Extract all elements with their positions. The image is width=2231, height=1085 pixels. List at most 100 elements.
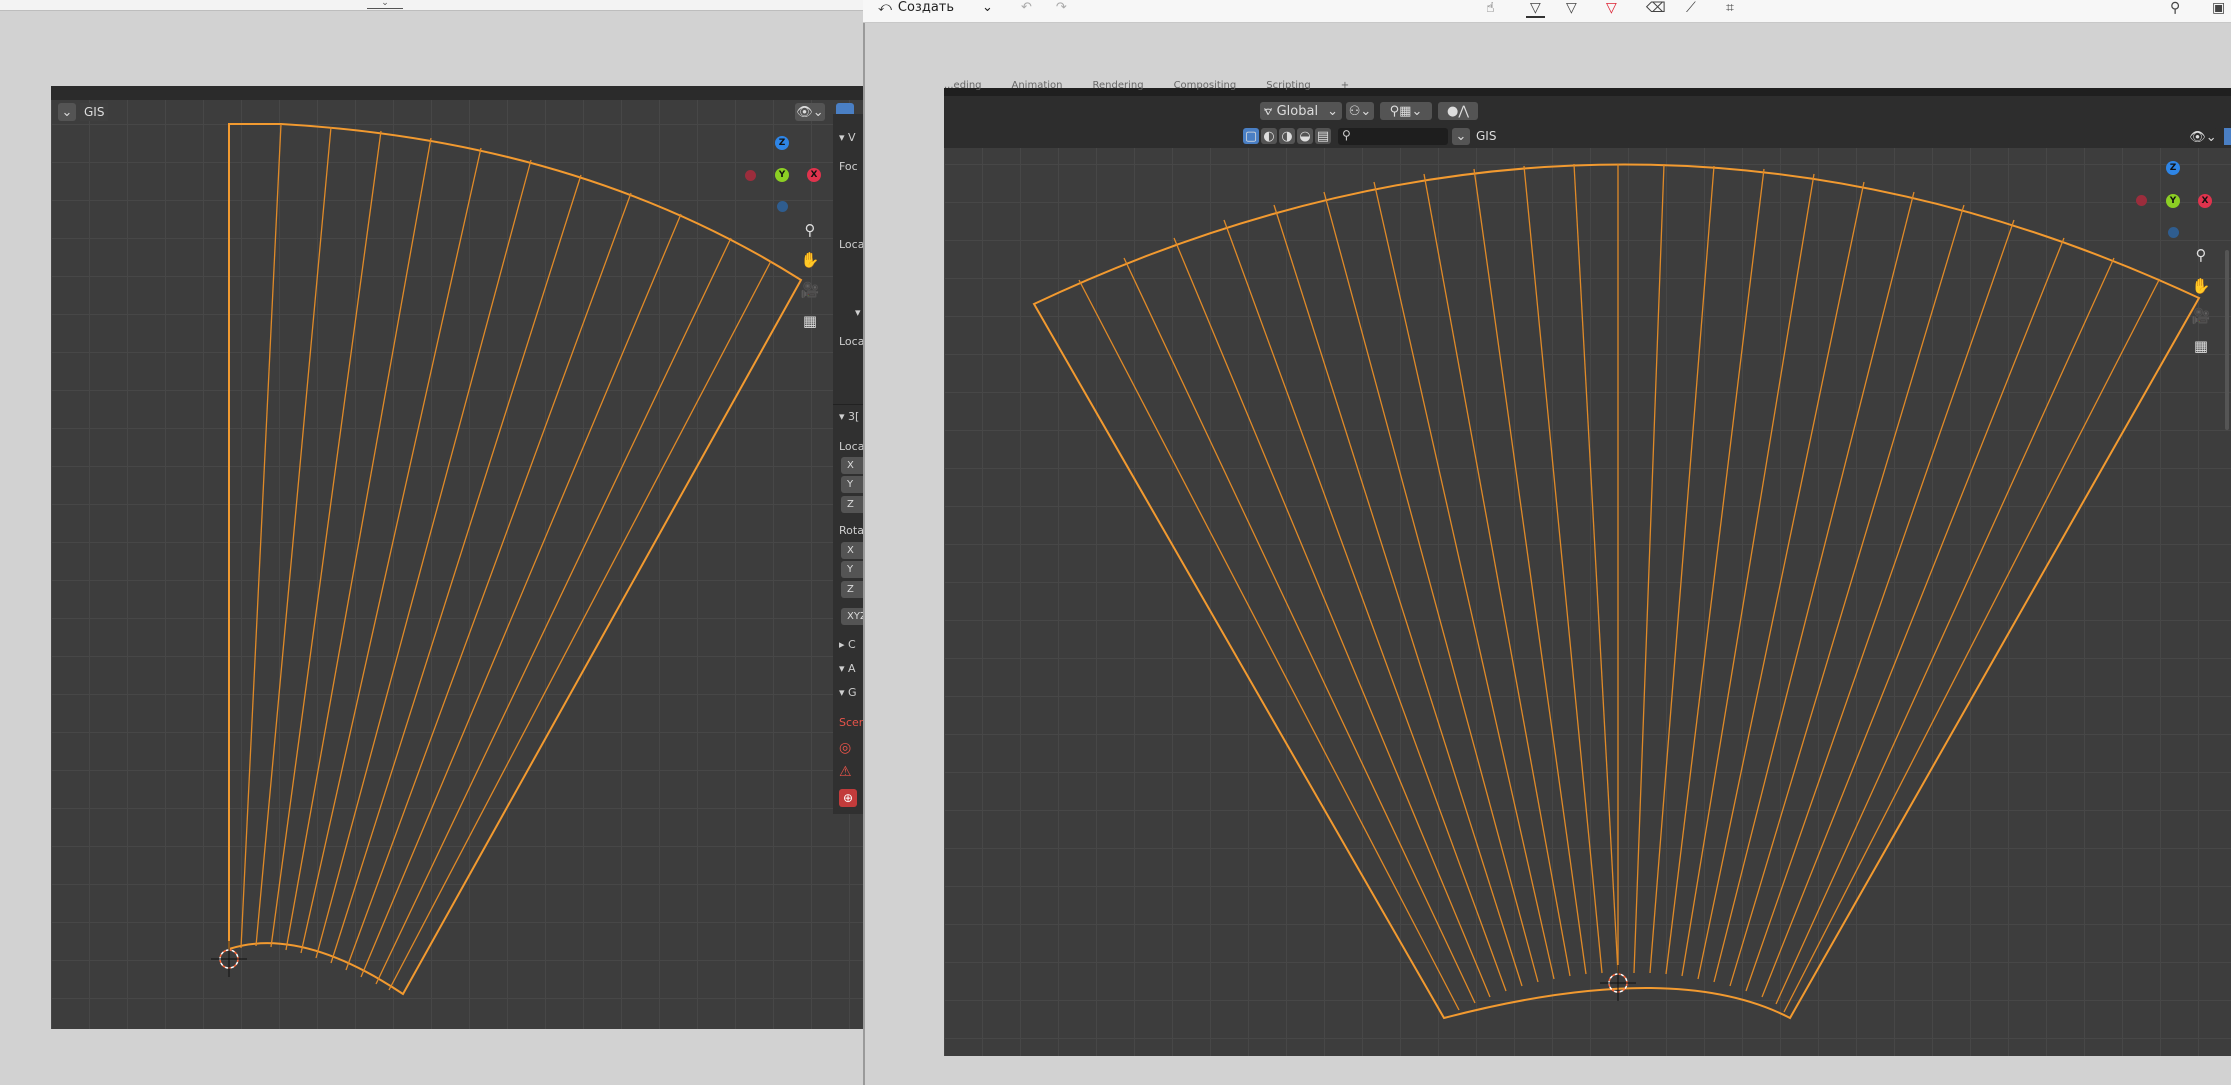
create-button[interactable]: ⤺ Создать ⌄ ↶ ↷ [878,0,1067,15]
crop-icon[interactable]: ⌗ [1726,0,1734,16]
scene-label: Scen [839,716,866,729]
zoom-icon[interactable]: ⚲ [2190,244,2212,266]
right-fan-ribs [1078,163,2160,1013]
zoom-icon[interactable]: ⚲ [799,219,821,241]
gizmo-neg-x[interactable] [745,170,756,181]
right-3d-viewport[interactable] [944,88,2231,1056]
grid-icon[interactable]: ▦ [2190,335,2212,357]
tab-animation[interactable]: Animation [1012,80,1063,91]
tab-rendering[interactable]: Rendering [1092,80,1143,91]
gizmo-z-axis[interactable]: Z [2166,161,2180,175]
gizmo-x-axis[interactable]: X [807,168,821,182]
search-icon: ⚲ [1342,128,1351,142]
save-icon[interactable]: ▣ [2212,0,2225,16]
collapse-triangle-icon[interactable]: ▸ [839,638,845,651]
target-icon[interactable]: ◎ [839,740,851,756]
touch-write-icon[interactable]: ☝ [1486,0,1495,16]
redo-icon[interactable]: ↷ [1056,0,1067,15]
gizmo-x-axis[interactable]: X [2198,194,2212,208]
dropdown-chevron-icon[interactable]: ⌄ [1452,128,1470,145]
snap-icon[interactable]: ⚲▦⌄ [1380,102,1432,120]
globe-icon[interactable]: ⊕ [839,789,857,807]
left-window-titlebar: ⌄ [0,0,863,11]
select-invert-icon[interactable]: ◒ [1297,128,1313,144]
left-fan-outline [228,123,803,996]
right-window-toolbar [863,0,2231,23]
chevron-down-icon[interactable]: ⌄ [367,0,403,9]
ruler-icon[interactable]: ⟋ [1686,0,1696,16]
select-subtract-icon[interactable]: ◑ [1279,128,1295,144]
search-field[interactable] [1358,128,1448,147]
gizmo-neg-z[interactable] [2168,227,2179,238]
lasso-icon: ⤺ [878,0,892,15]
camera-icon[interactable]: 🎥 [799,279,821,301]
create-label: Создать [897,0,955,15]
hand-pan-icon[interactable]: ✋ [799,249,821,271]
left-fan-mesh[interactable] [51,86,863,1029]
search-input[interactable]: ⚲ [1338,128,1448,147]
transform-orientation-dropdown[interactable]: ⦡ Global ⌄ [1260,102,1342,120]
select-extend-icon[interactable]: ◐ [1261,128,1277,144]
visibility-icon[interactable]: 👁⌄ [795,103,825,121]
hand-pan-icon[interactable]: ✋ [2190,275,2212,297]
section-c: ▸ C [839,638,856,651]
right-3d-cursor [1600,965,1636,1001]
expand-triangle-icon[interactable]: ▾ [839,662,845,675]
rot-z-field[interactable]: Z [841,581,863,598]
left-3d-viewport[interactable] [51,86,863,1029]
rotation-mode-field[interactable]: XYZ [841,608,867,625]
rot-x-field[interactable]: X [841,542,863,559]
rot-y-field[interactable]: Y [841,561,863,578]
expand-triangle-icon[interactable]: ▾ [839,410,845,423]
expand-triangle-icon[interactable]: ▾ [839,686,845,699]
proportional-edit-icon[interactable]: ●⋀ [1438,102,1478,120]
pen-icon[interactable]: ▽ [1526,0,1545,18]
left-sidebar-panel: ▾ V Foc Loca ▾ Loca ▾ 3[ Loca X Y Z Rota… [833,114,867,814]
highlighter-icon[interactable]: ▽ [1606,0,1617,16]
tab-add[interactable]: + [1341,80,1349,91]
loc-x-field[interactable]: X [841,457,863,474]
camera-icon[interactable]: 🎥 [2190,305,2212,327]
expand-triangle-icon[interactable]: ▾ [855,306,861,319]
location-label-2: Loca [839,335,865,348]
location-label-1: Loca [839,238,865,251]
pivot-point-icon[interactable]: ⚇⌄ [1346,102,1374,120]
visibility-icon[interactable]: 👁⌄ [2188,128,2218,146]
dropdown-chevron-icon[interactable]: ⌄ [58,103,76,121]
section-g: ▾ G [839,686,857,699]
gizmo-z-axis[interactable]: Z [775,136,789,150]
tab-scripting[interactable]: Scripting [1266,80,1310,91]
orientation-icon: ⦡ [1264,103,1273,119]
warning-icon[interactable]: ⚠ [839,764,852,780]
right-viewport-subheader [944,124,2231,148]
location-label-3: Loca [839,440,865,453]
gizmo-neg-z[interactable] [777,201,788,212]
tab-shading[interactable]: ...eding [944,80,982,91]
gizmo-neg-x[interactable] [2136,195,2147,206]
grid-icon[interactable]: ▦ [799,310,821,332]
tab-compositing[interactable]: Compositing [1174,80,1237,91]
chevron-down-icon: ⌄ [1327,103,1338,119]
chevron-down-icon[interactable]: ⌄ [982,0,993,15]
pen-2-icon[interactable]: ▽ [1566,0,1577,16]
expand-triangle-icon[interactable]: ▾ [839,131,845,144]
loc-z-field[interactable]: Z [841,496,863,513]
select-box-icon[interactable]: ▢ [1243,128,1259,144]
transform-gizmo-toggle-icon[interactable] [2224,128,2231,145]
gizmo-y-axis[interactable]: Y [2166,194,2180,208]
rotation-label: Rota [839,524,864,537]
right-viewport-header [944,96,2231,124]
scrollbar[interactable] [2225,250,2229,430]
zoom-in-icon[interactable]: ⚲ [2170,0,2180,16]
right-fan-mesh[interactable] [944,88,2231,1056]
section-view-header: ▾ V [839,131,856,144]
undo-icon[interactable]: ↶ [1021,0,1032,15]
loc-y-field[interactable]: Y [841,476,863,493]
left-viewport-header [51,86,863,100]
select-intersect-icon[interactable]: ▤ [1315,128,1331,144]
eraser-icon[interactable]: ⌫ [1646,0,1666,16]
section-a: ▾ A [839,662,856,675]
workspace-tabs: ...eding Animation Rendering Compositing… [944,80,1349,91]
gizmo-y-axis[interactable]: Y [775,168,789,182]
section-3d-cursor: ▾ 3[ [839,410,860,423]
